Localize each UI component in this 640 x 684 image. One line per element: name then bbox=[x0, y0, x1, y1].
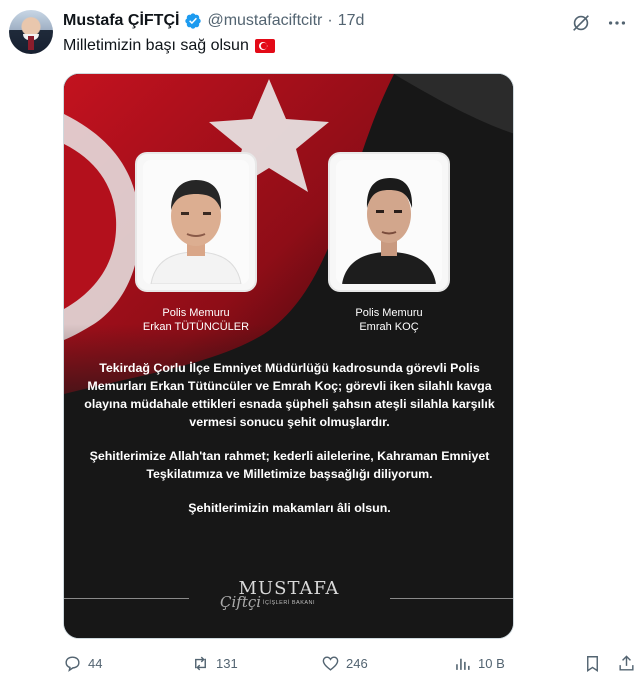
turkey-flag-emoji-icon bbox=[254, 39, 275, 53]
signature-script: Çiftçi bbox=[220, 593, 262, 611]
share-button[interactable] bbox=[617, 654, 636, 673]
author-handle[interactable]: @mustafaciftcitr bbox=[207, 12, 322, 30]
like-button[interactable]: 246 bbox=[321, 654, 368, 673]
share-icon bbox=[619, 655, 634, 671]
more-options-icon[interactable] bbox=[606, 12, 628, 34]
bookmark-icon bbox=[587, 656, 598, 672]
verified-badge-icon bbox=[184, 12, 202, 30]
author-avatar[interactable] bbox=[9, 10, 53, 54]
officer-name: Emrah KOÇ bbox=[359, 321, 419, 333]
statement-paragraph: Şehitlerimizin makamları âli olsun. bbox=[188, 501, 391, 515]
tweet-time[interactable]: 17d bbox=[338, 12, 365, 30]
signature-divider-right bbox=[390, 598, 513, 599]
tweet-actions: 44 131 246 10 B bbox=[63, 654, 640, 676]
officer-caption-left: Polis Memuru Erkan TÜTÜNCÜLER bbox=[121, 306, 271, 334]
tweet-header: Mustafa ÇİFTÇİ @mustafaciftcitr · 17d bbox=[63, 12, 364, 30]
signature-divider-left bbox=[64, 598, 189, 599]
grok-icon[interactable] bbox=[570, 12, 592, 34]
separator-dot: · bbox=[327, 12, 333, 29]
avatar-tie bbox=[28, 36, 34, 50]
officer-photo-left bbox=[135, 152, 257, 292]
statement-paragraph: Şehitlerimize Allah'tan rahmet; kederli … bbox=[89, 449, 490, 481]
bookmark-button[interactable] bbox=[583, 654, 602, 673]
author-name[interactable]: Mustafa ÇİFTÇİ bbox=[63, 12, 179, 30]
tweet-image[interactable]: Polis Memuru Erkan TÜTÜNCÜLER Polis Memu… bbox=[63, 73, 514, 639]
reply-icon bbox=[65, 656, 80, 672]
reply-button[interactable]: 44 bbox=[63, 654, 102, 673]
officer-title: Polis Memuru bbox=[162, 307, 230, 319]
officer-name: Erkan TÜTÜNCÜLER bbox=[142, 321, 250, 333]
views-button[interactable]: 10 B bbox=[453, 654, 505, 673]
officer-photo-right bbox=[328, 152, 450, 292]
views-count: 10 B bbox=[478, 656, 505, 671]
heart-icon bbox=[322, 656, 339, 671]
reply-count: 44 bbox=[88, 656, 103, 671]
statement-paragraph: Tekirdağ Çorlu İlçe Emniyet Müdürlüğü ka… bbox=[84, 361, 495, 429]
repost-count: 131 bbox=[216, 656, 238, 671]
tweet-text: Milletimizin başı sağ olsun bbox=[63, 37, 275, 55]
repost-icon bbox=[195, 656, 206, 671]
officer-title: Polis Memuru bbox=[355, 307, 423, 319]
views-bar-chart-icon bbox=[456, 658, 470, 670]
officer-caption-right: Polis Memuru Emrah KOÇ bbox=[314, 306, 464, 334]
repost-button[interactable]: 131 bbox=[191, 654, 238, 673]
tweet-body: Milletimizin başı sağ olsun bbox=[63, 37, 249, 54]
tweet-top-icons bbox=[570, 12, 628, 34]
like-count: 246 bbox=[346, 656, 368, 671]
minister-signature: MUSTAFA Çiftçi İÇİŞLERİ BAKANI bbox=[214, 578, 364, 611]
condolence-statement: Tekirdağ Çorlu İlçe Emniyet Müdürlüğü ka… bbox=[80, 359, 499, 533]
